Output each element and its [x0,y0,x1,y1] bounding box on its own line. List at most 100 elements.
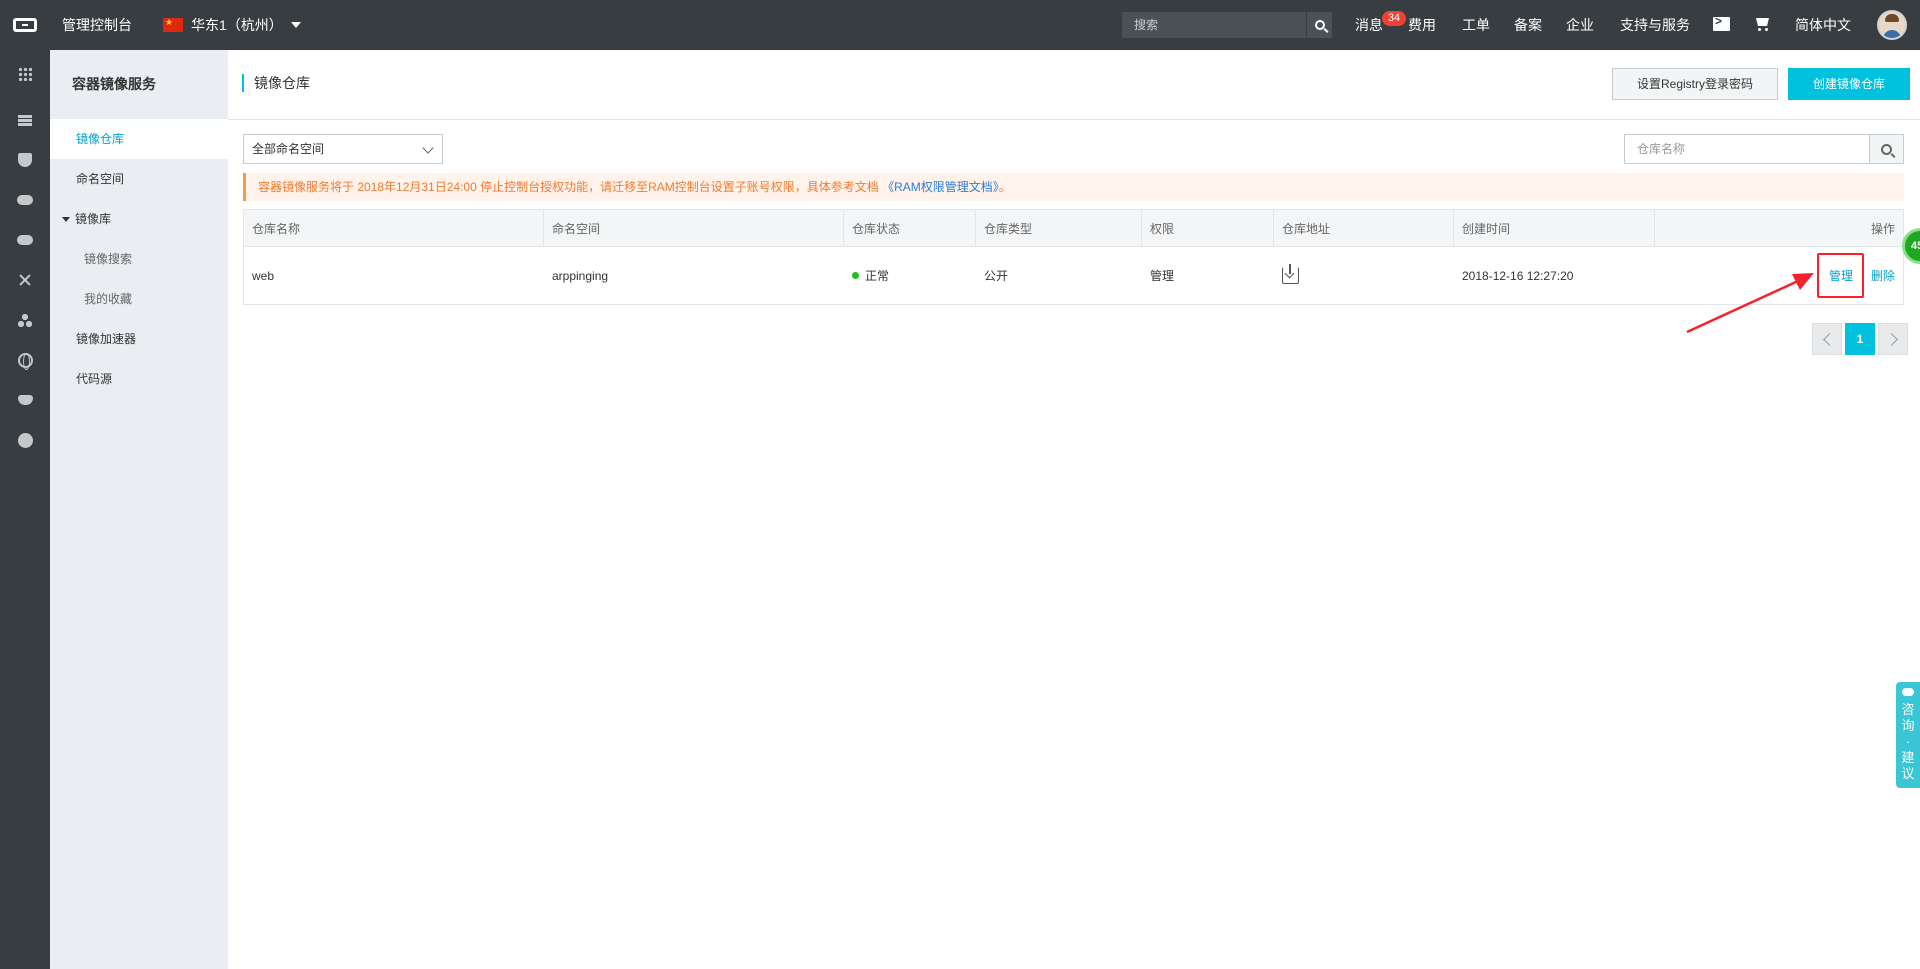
global-search-input[interactable] [1122,12,1308,38]
search-icon [1881,143,1892,155]
repository-search-input[interactable] [1625,135,1869,163]
product-cross-button[interactable] [0,260,50,300]
namespace-select-value: 全部命名空间 [252,142,325,156]
product-cloud-button[interactable] [0,180,50,220]
cross-icon [18,273,32,287]
consult-char: 询 [1901,718,1915,733]
repository-search-button[interactable] [1869,135,1903,163]
product-globe-button[interactable] [0,340,50,380]
console-title[interactable]: 管理控制台 [62,0,132,50]
column-header-status: 仓库状态 [844,210,976,246]
delete-link[interactable]: 删除 [1871,247,1895,304]
user-avatar[interactable] [1877,10,1907,40]
notice-text: 容器镜像服务将于 2018年12月31日24:00 停止控制台授权功能，请迁移至… [258,180,879,194]
consult-char: 咨 [1901,702,1915,717]
pagination-next-button[interactable] [1878,323,1908,355]
china-flag-icon [163,17,183,32]
column-header-permission: 权限 [1142,210,1274,246]
product-circle-button[interactable] [0,420,50,460]
page-header: 镜像仓库 设置Registry登录密码 创建镜像仓库 [228,50,1920,120]
nav-enterprise[interactable]: 企业 [1566,0,1594,50]
sidebar-item-repositories[interactable]: 镜像仓库 [50,119,228,159]
manage-highlight-box [1817,253,1864,298]
notice-end: 。 [998,180,1011,194]
cluster-icon [18,313,32,327]
sidebar-item-image-library[interactable]: 镜像库 [50,199,228,239]
chevron-down-icon [422,142,434,154]
product-list-button[interactable] [0,100,50,140]
shield-icon [18,153,32,167]
consult-char: 议 [1901,766,1915,781]
ram-doc-link[interactable]: 《RAM权限管理文档》 [882,180,999,194]
repository-search [1624,134,1904,164]
product-cluster-button[interactable] [0,300,50,340]
repo-status-label: 正常 [865,269,890,283]
repo-address [1274,247,1454,304]
nav-fees[interactable]: 费用 [1408,0,1436,50]
consult-feedback-tab[interactable]: 咨 询 · 建 议 [1896,682,1920,788]
column-header-type: 仓库类型 [976,210,1142,246]
sidebar-item-favorites[interactable]: 我的收藏 [50,279,228,319]
products-grid-button[interactable] [0,54,50,94]
grid-icon [18,67,32,81]
nav-support[interactable]: 支持与服务 [1620,0,1690,50]
repo-type: 公开 [984,269,1009,283]
download-icon[interactable] [1282,264,1299,284]
repo-name: web [252,268,275,283]
set-registry-password-button[interactable]: 设置Registry登录密码 [1612,68,1778,100]
cloud-icon [17,195,33,205]
repo-namespace: arppinging [552,268,609,283]
caret-down-icon [290,22,301,28]
sidebar-item-code-source[interactable]: 代码源 [50,359,228,399]
nav-record[interactable]: 备案 [1514,0,1542,50]
column-header-created: 创建时间 [1454,210,1655,246]
product-container-button[interactable] [0,380,50,420]
pagination-prev-button[interactable] [1812,323,1842,355]
table-row: web arppinging 正常 公开 管理 2018-12-16 12:27… [244,247,1903,304]
service-sidebar: 容器镜像服务 镜像仓库 命名空间 镜像库 镜像搜索 我的收藏 镜像加速器 代码源 [50,50,228,969]
table-header: 仓库名称 命名空间 仓库状态 仓库类型 权限 仓库地址 创建时间 操作 [244,210,1903,247]
cloud-upload-icon [17,235,33,245]
sidebar-item-image-library-label: 镜像库 [75,212,112,226]
whale-icon [17,395,33,405]
consult-char: · [1905,734,1911,749]
sidebar-item-image-search[interactable]: 镜像搜索 [50,239,228,279]
region-label: 华东1（杭州） [191,17,283,33]
namespace-select[interactable]: 全部命名空间 [243,134,443,164]
create-repository-button[interactable]: 创建镜像仓库 [1788,68,1910,100]
deprecation-notice: 容器镜像服务将于 2018年12月31日24:00 停止控制台授权功能，请迁移至… [243,173,1904,201]
floating-progress-badge[interactable]: 45 [1902,228,1920,264]
global-search-button[interactable] [1306,12,1332,38]
repo-created: 2018-12-16 12:27:20 [1462,268,1574,283]
repo-status: 正常 [844,247,976,304]
chevron-left-icon [1822,332,1836,346]
status-dot-icon [852,272,859,279]
column-header-name: 仓库名称 [244,210,544,246]
region-selector[interactable]: 华东1（杭州） [163,0,301,50]
list-icon [18,114,32,126]
expand-triangle-icon [62,217,70,223]
consult-char: 建 [1901,750,1915,765]
messages-badge: 34 [1382,11,1406,26]
top-bar: 管理控制台 华东1（杭州） 消息 34 费用 工单 备案 企业 支持与服务 简体… [0,0,1920,50]
nav-language[interactable]: 简体中文 [1795,0,1851,50]
chevron-right-icon [1884,332,1898,346]
sidebar-title: 容器镜像服务 [72,76,156,92]
sidebar-item-accelerator[interactable]: 镜像加速器 [50,319,228,359]
annotation-arrow [1686,273,1814,334]
aliyun-logo-icon[interactable] [0,0,50,50]
terminal-icon[interactable] [1713,14,1730,31]
circle-icon [17,432,33,448]
cart-icon[interactable] [1754,16,1772,32]
global-search [1122,12,1332,38]
nav-messages[interactable]: 消息 [1355,0,1383,50]
sidebar-item-namespaces[interactable]: 命名空间 [50,159,228,199]
product-security-button[interactable] [0,140,50,180]
product-icon-bar [0,50,50,969]
nav-tickets[interactable]: 工单 [1462,0,1490,50]
pagination-page-1[interactable]: 1 [1845,323,1875,355]
column-header-actions: 操作 [1870,221,1895,236]
product-cloud-upload-button[interactable] [0,220,50,260]
repo-permission: 管理 [1150,269,1175,283]
repository-table: 仓库名称 命名空间 仓库状态 仓库类型 权限 仓库地址 创建时间 操作 web … [243,209,1904,305]
